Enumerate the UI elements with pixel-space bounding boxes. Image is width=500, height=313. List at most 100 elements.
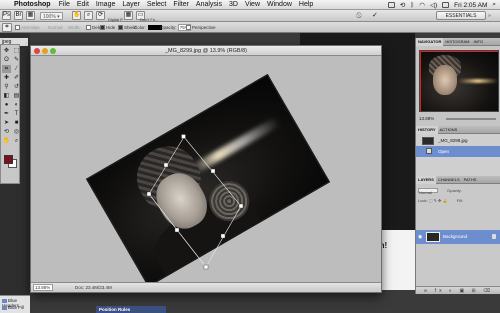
position-rules-bar[interactable]: Position Rules — [96, 306, 166, 313]
pen-icon[interactable]: ✒ — [2, 110, 11, 118]
tools-grid: ✥ ⬚ ʘ ✎ ⌗ ⁄ ✚ ✐ ⚲ ↺ ◧ ▤ ● ◐ ✒ T ➤ ■ ⟲ ◎ … — [2, 47, 20, 145]
navigator-zoom-value[interactable]: 13.88% — [419, 116, 434, 121]
cropped-area-hide[interactable]: Hide — [100, 24, 115, 31]
history-panel: HISTORY ACTIONS _MG_8299.jpg Open — [415, 126, 500, 176]
layer-lock-icon — [492, 234, 496, 239]
tab-layers[interactable]: LAYERS — [416, 176, 436, 184]
blend-mode-select[interactable]: Normal — [418, 188, 438, 195]
quick-select-icon[interactable]: ✎ — [12, 56, 21, 64]
document-title-bar[interactable]: _MG_8299.jpg @ 13.9% (RGB/8) — [31, 46, 381, 56]
workspace-more-icon[interactable]: » — [488, 12, 491, 20]
document-info[interactable]: Doc: 23.4M/23.4M — [75, 283, 112, 293]
shape-icon[interactable]: ■ — [12, 119, 21, 127]
layers-footer-buttons[interactable]: ∞ fx ◐ ▣ ⊞ ⌫ — [416, 286, 500, 294]
lasso-icon[interactable]: ʘ — [2, 56, 11, 64]
blur-icon[interactable]: ● — [2, 101, 11, 109]
foreground-color-swatch[interactable] — [4, 155, 13, 164]
workspace-switcher[interactable]: ESSENTIALS — [436, 11, 486, 20]
crop-options-bar: ⌗ Anti-alias Normal Width: Delete Hide D… — [0, 17, 500, 33]
menu-filter[interactable]: Filter — [173, 1, 189, 8]
menu-analysis[interactable]: Analysis — [196, 1, 222, 8]
layer-visibility-icon[interactable]: ◉ — [418, 234, 422, 240]
history-snapshot[interactable]: _MG_8299.jpg — [416, 135, 500, 146]
snapshot-thumbnail — [422, 137, 434, 145]
menu-window[interactable]: Window — [267, 1, 292, 8]
close-window-icon[interactable] — [34, 48, 40, 54]
application-bar: Ps Br ▦ 100% ▾ ✋ ⌕ ⟳ ▦ ▭ ⃠ ✓ ESSENTIALS … — [0, 10, 500, 22]
document-zoom-field[interactable]: 13.88% — [33, 284, 53, 291]
menu-file[interactable]: File — [59, 1, 70, 8]
style-item-blue-fill[interactable]: Blue Fill — [2, 305, 24, 310]
tab-channels[interactable]: CHANNELS — [436, 176, 462, 184]
layer-opacity-label: Opacity: — [447, 188, 462, 193]
hand-tool-icon[interactable]: ✋ — [72, 11, 81, 20]
volume-icon[interactable]: ◁) — [430, 1, 437, 9]
tab-info[interactable]: INFO — [472, 38, 486, 46]
menu-image[interactable]: Image — [96, 1, 115, 8]
type-icon[interactable]: T — [12, 110, 21, 118]
menu-view[interactable]: View — [245, 1, 260, 8]
menu-edit[interactable]: Edit — [77, 1, 89, 8]
style-swatch — [2, 305, 7, 310]
history-state-open[interactable]: Open — [416, 146, 500, 157]
shield-color-picker[interactable]: Color: — [134, 24, 163, 31]
arrange-documents-icon[interactable]: ▦ — [124, 11, 133, 20]
timemachine-icon[interactable]: ⟲ — [400, 1, 405, 9]
crop-handle-bottom[interactable] — [203, 264, 209, 270]
menu-3d[interactable]: 3D — [229, 1, 238, 8]
commit-crop-button[interactable]: ✓ — [372, 12, 378, 20]
spotlight-icon[interactable]: ⌕ — [492, 1, 496, 9]
dropbox-icon[interactable] — [387, 2, 395, 8]
zoom-tool-icon[interactable]: ⌕ — [84, 11, 93, 20]
menu-clock[interactable]: Fri 2:05 AM — [454, 2, 487, 9]
zoom-window-icon[interactable] — [50, 48, 56, 54]
bluetooth-icon[interactable]: ᛒ — [410, 2, 414, 9]
perspective-checkbox[interactable]: Perspective — [186, 24, 216, 31]
3d-rotate-icon[interactable]: ⟲ — [2, 128, 11, 136]
hand-icon[interactable]: ✋ — [2, 137, 11, 145]
gradient-icon[interactable]: ▤ — [12, 92, 21, 100]
bridge-icon[interactable]: Br — [14, 11, 23, 20]
menu-help[interactable]: Help — [299, 1, 313, 8]
style-option: Normal — [48, 25, 63, 30]
crop-icon[interactable]: ⌗ — [2, 65, 11, 73]
wifi-icon[interactable]: ◠ — [419, 1, 425, 9]
tab-actions[interactable]: ACTIONS — [438, 126, 460, 134]
history-brush-icon[interactable]: ↺ — [12, 83, 21, 91]
path-select-icon[interactable]: ➤ — [2, 119, 11, 127]
tab-navigator[interactable]: NAVIGATOR — [416, 38, 444, 46]
tab-histogram[interactable]: HISTOGRAM — [443, 38, 471, 46]
layer-thumbnail — [426, 232, 440, 242]
battery-icon[interactable] — [442, 2, 450, 8]
dodge-icon[interactable]: ◐ — [12, 101, 21, 109]
tab-paths[interactable]: PATHS — [462, 176, 479, 184]
move-icon[interactable]: ✥ — [2, 47, 11, 55]
zoom-icon[interactable]: ⌕ — [12, 137, 21, 145]
marquee-icon[interactable]: ⬚ — [12, 47, 21, 55]
navigator-zoom-slider[interactable] — [446, 118, 496, 120]
layer-name: Background — [443, 234, 468, 239]
mini-bridge-icon[interactable]: ▦ — [26, 11, 35, 20]
menu-select[interactable]: Select — [147, 1, 166, 8]
app-menu[interactable]: Photoshop — [14, 1, 51, 8]
minimize-window-icon[interactable] — [42, 48, 48, 54]
3d-orbit-icon[interactable]: ◎ — [12, 128, 21, 136]
canvas[interactable] — [31, 56, 381, 283]
tab-history[interactable]: HISTORY — [416, 126, 438, 134]
eraser-icon[interactable]: ◧ — [2, 92, 11, 100]
crop-tool-preset-icon[interactable]: ⌗ — [2, 23, 12, 32]
clone-stamp-icon[interactable]: ⚲ — [2, 83, 11, 91]
navigator-thumbnail[interactable] — [419, 50, 499, 112]
layer-row-background[interactable]: ◉ Background — [416, 230, 500, 244]
brush-icon[interactable]: ✐ — [12, 74, 21, 82]
lock-icons[interactable]: ⬚ ✎ ✥ 🔒 — [429, 198, 448, 203]
rotate-view-icon[interactable]: ⟳ — [96, 11, 105, 20]
dont-fix-label: Don't Fu... — [140, 17, 159, 22]
eyedropper-icon[interactable]: ⁄ — [12, 65, 21, 73]
color-swatches[interactable] — [3, 153, 19, 169]
zoom-level-select[interactable]: 100% ▾ — [40, 12, 63, 20]
menu-layer[interactable]: Layer — [122, 1, 140, 8]
navigator-view-frame[interactable] — [420, 51, 498, 111]
healing-icon[interactable]: ✚ — [2, 74, 11, 82]
rotated-photo — [85, 73, 331, 283]
